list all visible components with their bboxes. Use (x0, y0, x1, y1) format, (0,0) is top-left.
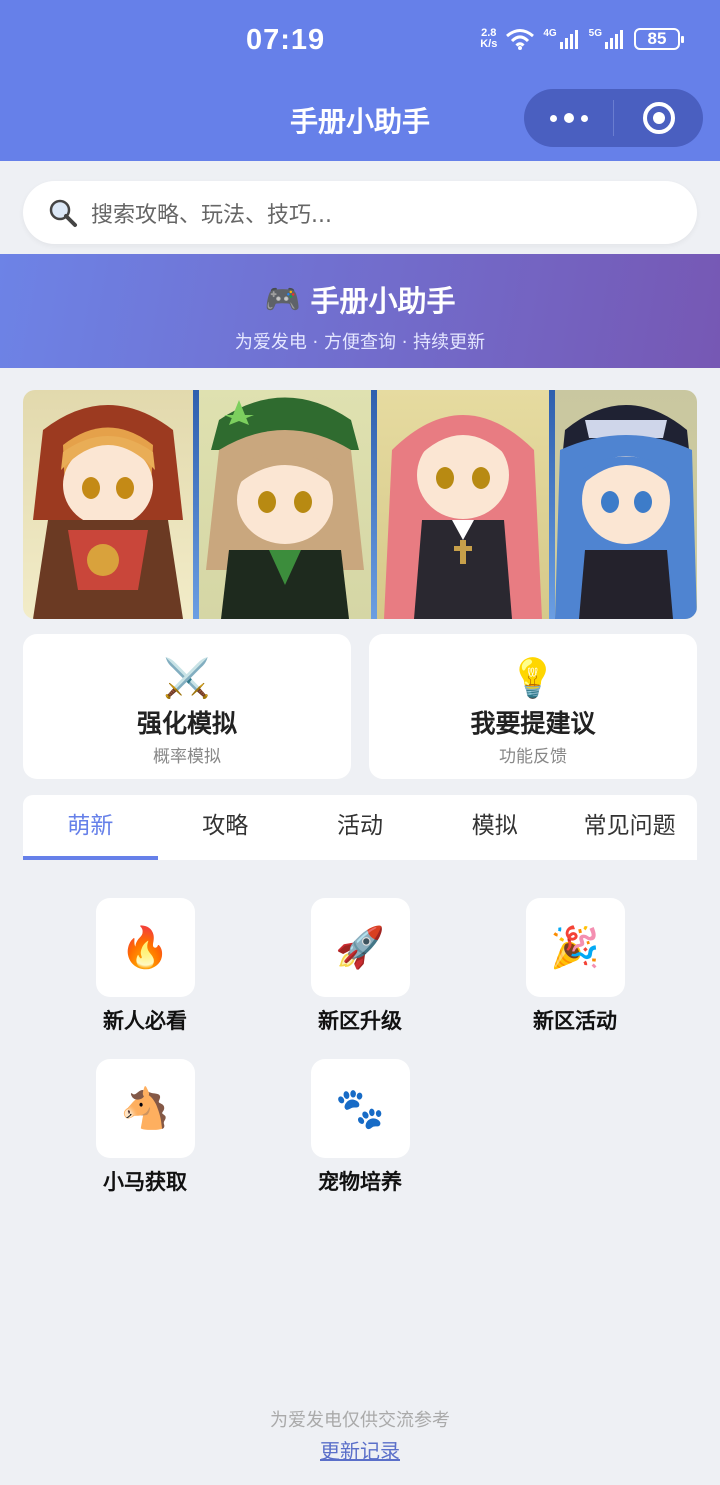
more-button[interactable] (524, 89, 613, 147)
card-subtitle: 功能反馈 (499, 747, 567, 767)
search-bar[interactable]: 搜索攻略、玩法、技巧... (23, 181, 697, 244)
card-title: 强化模拟 (136, 709, 237, 738)
tab-simulate[interactable]: 模拟 (427, 795, 562, 860)
search-placeholder: 搜索攻略、玩法、技巧... (91, 202, 332, 228)
rocket-icon: 🚀 (335, 925, 385, 971)
tab-guides[interactable]: 攻略 (158, 795, 293, 860)
more-dot-icon (549, 114, 557, 122)
wifi-icon (506, 29, 535, 50)
network-speed: 2.8 K/s (480, 27, 498, 50)
search-icon (49, 199, 77, 227)
close-button[interactable] (614, 102, 703, 134)
horse-icon: 🐴 (120, 1086, 170, 1132)
changelog-link[interactable]: 更新记录 (0, 1435, 720, 1464)
grid-item-label: 新区升级 (318, 1009, 402, 1033)
more-dot-icon (563, 113, 574, 123)
grid-item-label: 新人必看 (103, 1009, 187, 1033)
target-icon (642, 102, 675, 134)
crossed-swords-icon: ⚔️ (163, 656, 211, 700)
more-dot-icon (580, 114, 588, 122)
grid-item-label: 小马获取 (103, 1170, 187, 1194)
tab-faq[interactable]: 常见问题 (562, 795, 697, 860)
character-pink-hair (377, 390, 549, 619)
grid-item-horse-acquire[interactable]: 🐴 小马获取 (80, 1059, 210, 1196)
party-popper-icon: 🎉 (550, 925, 600, 971)
mini-program-capsule (524, 89, 703, 147)
grid-item-new-server-leveling[interactable]: 🚀 新区升级 (295, 898, 425, 1035)
paw-prints-icon: 🐾 (335, 1086, 385, 1132)
grid-item-label: 宠物培养 (318, 1170, 402, 1194)
character-green-hat (199, 390, 371, 619)
banner-title: 手册小助手 (310, 284, 456, 318)
tab-newbie[interactable]: 萌新 (23, 795, 158, 860)
feedback-card[interactable]: 💡 我要提建议 功能反馈 (369, 634, 697, 779)
card-title: 我要提建议 (470, 709, 596, 738)
status-icons: 2.8 K/s 4G 5G 85 (480, 27, 684, 50)
signal-icon (559, 30, 578, 49)
app-banner: 🎮 手册小助手 为爱发电 · 方便查询 · 持续更新 (0, 254, 720, 368)
signal-label-1: 4G (543, 28, 557, 39)
footer-note: 为爱发电仅供交流参考 (270, 1410, 450, 1431)
top-bar: 07:19 2.8 K/s 4G 5G 85 手册小助手 (0, 0, 720, 161)
grid-item-new-server-events[interactable]: 🎉 新区活动 (510, 898, 640, 1035)
grid-item-pet-training[interactable]: 🐾 宠物培养 (295, 1059, 425, 1196)
gamepad-icon: 🎮 (264, 281, 301, 316)
fire-icon: 🔥 (120, 925, 170, 971)
enhance-simulator-card[interactable]: ⚔️ 强化模拟 概率模拟 (23, 634, 351, 779)
signal-label-2: 5G (588, 28, 602, 39)
card-subtitle: 概率模拟 (153, 747, 221, 767)
character-blue-hair (555, 390, 697, 619)
grid-item-label: 新区活动 (533, 1009, 617, 1033)
battery-indicator: 85 (634, 28, 684, 50)
lightbulb-icon: 💡 (509, 656, 557, 700)
grid-item-newbie-must-read[interactable]: 🔥 新人必看 (80, 898, 210, 1035)
banner-subtitle: 为爱发电 · 方便查询 · 持续更新 (234, 332, 486, 353)
tab-events[interactable]: 活动 (293, 795, 428, 860)
character-red-hood (23, 390, 193, 619)
status-time: 07:19 (246, 24, 326, 56)
hero-image[interactable] (23, 390, 697, 619)
signal-icon-2 (605, 30, 623, 49)
category-tabs: 萌新 攻略 活动 模拟 常见问题 (23, 795, 697, 860)
